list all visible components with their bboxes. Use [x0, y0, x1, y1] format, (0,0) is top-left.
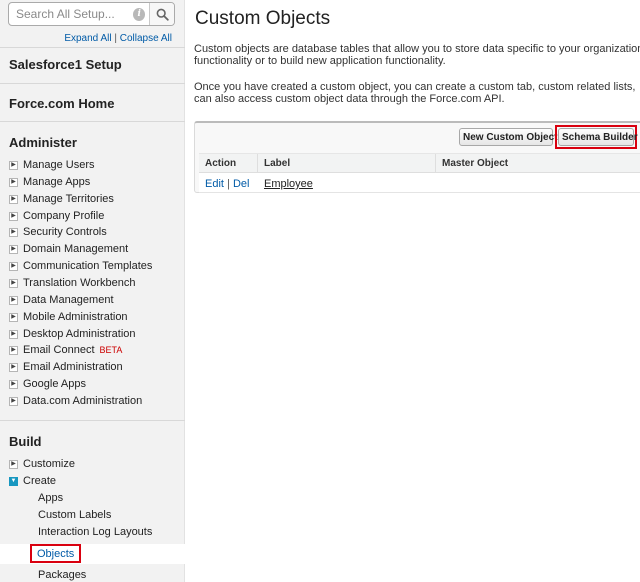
row-label: Employee	[264, 178, 313, 190]
expand-arrow-icon[interactable]: ▶	[9, 379, 18, 389]
intro-text-line: Once you have created a custom object, y…	[194, 81, 636, 93]
search-icon	[156, 8, 169, 21]
sidebar-item-label: Manage Territories	[23, 193, 114, 205]
sidebar-item-label: Customize	[23, 458, 75, 470]
sidebar-item-label: Data Management	[23, 294, 114, 306]
new-custom-object-button[interactable]: New Custom Object	[459, 128, 557, 146]
sidebar-item-google-apps[interactable]: ▶ Google Apps	[9, 378, 86, 390]
expand-arrow-icon[interactable]: ▶	[9, 295, 18, 305]
sidebar-item-label: Mobile Administration	[23, 311, 128, 323]
expand-arrow-icon[interactable]: ▶	[9, 396, 18, 406]
setup-sidebar: i Expand All | Collapse All Salesforce1 …	[0, 0, 185, 582]
section-build: Build	[9, 434, 42, 449]
sidebar-item-customize[interactable]: ▶ Customize	[9, 458, 75, 470]
sidebar-item-security-controls[interactable]: ▶ Security Controls	[9, 226, 107, 238]
schema-builder-button[interactable]: Schema Builder	[558, 128, 638, 146]
action-separator: |	[223, 178, 233, 190]
delete-link[interactable]: Del	[233, 178, 250, 190]
main-content: Custom Objects Custom objects are databa…	[186, 0, 640, 582]
expand-arrow-icon[interactable]: ▶	[9, 261, 18, 271]
edit-link[interactable]: Edit	[205, 178, 224, 190]
sidebar-subitem-packages[interactable]: Packages	[38, 569, 86, 581]
sidebar-subitem-objects[interactable]: Objects	[30, 544, 82, 563]
sidebar-item-desktop-administration[interactable]: ▶ Desktop Administration	[9, 328, 136, 340]
sidebar-item-translation-workbench[interactable]: ▶ Translation Workbench	[9, 277, 136, 289]
sidebar-item-email-connect[interactable]: ▶ Email Connect BETA	[9, 344, 122, 356]
sidebar-item-label: Desktop Administration	[23, 328, 136, 340]
sidebar-item-label: Email Administration	[23, 361, 123, 373]
page-title: Custom Objects	[195, 8, 331, 29]
expand-arrow-icon[interactable]: ▶	[9, 278, 18, 288]
sidebar-item-domain-management[interactable]: ▶ Domain Management	[9, 243, 128, 255]
sidebar-item-manage-users[interactable]: ▶ Manage Users	[9, 159, 95, 171]
expand-arrow-icon[interactable]: ▶	[9, 362, 18, 372]
table-header: Action Label Master Object	[199, 153, 640, 174]
section-salesforce1-setup[interactable]: Salesforce1 Setup	[9, 57, 122, 72]
section-forcecom-home[interactable]: Force.com Home	[9, 96, 114, 111]
sidebar-item-label: Company Profile	[23, 210, 105, 222]
sidebar-item-communication-templates[interactable]: ▶ Communication Templates	[9, 260, 152, 272]
object-label-link[interactable]: Employee	[264, 178, 313, 190]
intro-text-line: Custom objects are database tables that …	[194, 43, 640, 55]
row-actions: Edit | Del	[205, 178, 249, 190]
section-divider	[0, 420, 185, 421]
sidebar-item-label: Manage Users	[23, 159, 95, 171]
expand-arrow-icon[interactable]: ▶	[9, 160, 18, 170]
sidebar-item-label: Google Apps	[23, 378, 86, 390]
sidebar-item-data-management[interactable]: ▶ Data Management	[9, 294, 114, 306]
column-header-action: Action	[205, 158, 237, 169]
sidebar-item-label: Communication Templates	[23, 260, 153, 272]
sidebar-item-label: Create	[23, 475, 57, 487]
sidebar-item-label: Translation Workbench	[23, 277, 136, 289]
column-header-label[interactable]: Label	[264, 158, 290, 169]
column-header-master-object[interactable]: Master Object	[442, 158, 508, 169]
expand-arrow-icon[interactable]: ▶	[9, 244, 18, 254]
collapse-all-link[interactable]: Collapse All	[120, 33, 172, 44]
search-button[interactable]	[149, 3, 174, 25]
sidebar-subitem-apps[interactable]: Apps	[38, 492, 63, 504]
sidebar-subitem-custom-labels[interactable]: Custom Labels	[38, 509, 111, 521]
column-divider	[435, 154, 436, 174]
expand-arrow-icon[interactable]: ▶	[9, 227, 18, 237]
setup-search-box: i	[8, 2, 175, 26]
sidebar-subitem-interaction-log-layouts[interactable]: Interaction Log Layouts	[38, 526, 152, 538]
sidebar-item-label: Data.com Administration	[23, 395, 143, 407]
expand-arrow-icon[interactable]: ▶	[9, 177, 18, 187]
info-icon[interactable]: i	[133, 7, 146, 21]
expand-arrow-icon[interactable]: ▶	[9, 459, 18, 469]
collapse-arrow-icon[interactable]: ▼	[9, 476, 18, 486]
expand-arrow-icon[interactable]: ▶	[9, 345, 18, 355]
section-divider	[0, 83, 185, 84]
expand-arrow-icon[interactable]: ▶	[9, 194, 18, 204]
sidebar-item-label: Domain Management	[23, 243, 129, 255]
table-row: Edit | Del Employee	[199, 173, 640, 193]
section-administer: Administer	[9, 135, 77, 150]
custom-objects-list: New Custom Object Schema Builder Action …	[194, 121, 640, 193]
expand-arrow-icon[interactable]: ▶	[9, 329, 18, 339]
intro-text-line: functionality or to build new applicatio…	[194, 55, 446, 67]
expand-all-link[interactable]: Expand All	[64, 33, 111, 44]
section-divider	[0, 47, 185, 48]
sidebar-item-manage-apps[interactable]: ▶ Manage Apps	[9, 176, 90, 188]
sidebar-item-manage-territories[interactable]: ▶ Manage Territories	[9, 193, 114, 205]
sidebar-item-create[interactable]: ▼ Create	[9, 475, 56, 487]
setup-search-input[interactable]	[9, 4, 133, 24]
sidebar-item-data-com-administration[interactable]: ▶ Data.com Administration	[9, 395, 142, 407]
sidebar-item-company-profile[interactable]: ▶ Company Profile	[9, 210, 104, 222]
expand-collapse-links: Expand All | Collapse All	[64, 33, 172, 44]
section-divider	[0, 121, 185, 122]
sidebar-item-email-administration[interactable]: ▶ Email Administration	[9, 361, 123, 373]
column-divider	[257, 154, 258, 174]
selected-row-background	[0, 544, 185, 564]
highlight-box: Schema Builder	[555, 125, 638, 149]
sidebar-item-label: Email Connect	[23, 344, 95, 356]
intro-text-line: can also access custom object data throu…	[194, 93, 505, 105]
sidebar-item-mobile-administration[interactable]: ▶ Mobile Administration	[9, 311, 128, 323]
sidebar-item-label: Security Controls	[23, 226, 107, 238]
link-separator: |	[111, 33, 120, 44]
expand-arrow-icon[interactable]: ▶	[9, 211, 18, 221]
beta-badge: BETA	[99, 345, 123, 355]
sidebar-item-label: Manage Apps	[23, 176, 91, 188]
expand-arrow-icon[interactable]: ▶	[9, 312, 18, 322]
